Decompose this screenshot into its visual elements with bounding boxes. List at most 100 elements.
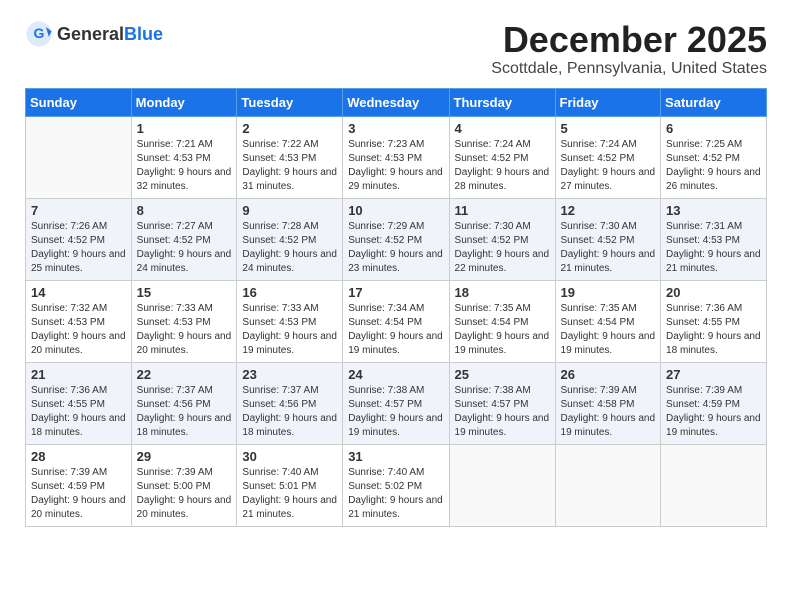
calendar-cell: 16 Sunrise: 7:33 AMSunset: 4:53 PMDayligh… — [237, 280, 343, 362]
calendar-cell: 20 Sunrise: 7:36 AMSunset: 4:55 PMDayligh… — [661, 280, 767, 362]
calendar-cell: 2 Sunrise: 7:22 AMSunset: 4:53 PMDaylight… — [237, 116, 343, 198]
calendar-cell: 3Sunrise: 7:23 AMSunset: 4:53 PMDaylight… — [343, 116, 449, 198]
day-info: Sunrise: 7:33 AMSunset: 4:53 PMDaylight:… — [242, 302, 337, 358]
calendar-cell: 29 Sunrise: 7:39 AMSunset: 5:00 PMDayligh… — [131, 444, 237, 526]
day-number: 29 — [137, 449, 232, 464]
calendar-cell: 12 Sunrise: 7:30 AMSunset: 4:52 PMDayligh… — [555, 198, 661, 280]
calendar-cell: 11Sunrise: 7:30 AMSunset: 4:52 PMDayligh… — [449, 198, 555, 280]
day-info: Sunrise: 7:35 AMSunset: 4:54 PMDaylight:… — [561, 302, 656, 358]
day-info: Sunrise: 7:25 AMSunset: 4:52 PMDaylight:… — [666, 138, 761, 194]
day-number: 4 — [455, 121, 550, 136]
calendar-cell — [449, 444, 555, 526]
day-info: Sunrise: 7:40 AMSunset: 5:02 PMDaylight:… — [348, 466, 443, 522]
day-number: 21 — [31, 367, 126, 382]
day-number: 12 — [561, 203, 656, 218]
weekday-header-saturday: Saturday — [661, 88, 767, 116]
calendar-cell: 18 Sunrise: 7:35 AMSunset: 4:54 PMDayligh… — [449, 280, 555, 362]
weekday-header-sunday: Sunday — [26, 88, 132, 116]
day-info: Sunrise: 7:35 AMSunset: 4:54 PMDaylight:… — [455, 302, 550, 358]
weekday-header-wednesday: Wednesday — [343, 88, 449, 116]
day-info: Sunrise: 7:26 AMSunset: 4:52 PMDaylight:… — [31, 220, 126, 276]
day-number: 16 — [242, 285, 337, 300]
calendar-cell: 10 Sunrise: 7:29 AMSunset: 4:52 PMDayligh… — [343, 198, 449, 280]
day-number: 7 — [31, 203, 126, 218]
calendar-cell: 9Sunrise: 7:28 AMSunset: 4:52 PMDaylight… — [237, 198, 343, 280]
calendar-cell: 17 Sunrise: 7:34 AMSunset: 4:54 PMDayligh… — [343, 280, 449, 362]
calendar-cell: 26 Sunrise: 7:39 AMSunset: 4:58 PMDayligh… — [555, 362, 661, 444]
day-number: 26 — [561, 367, 656, 382]
day-number: 23 — [242, 367, 337, 382]
day-info: Sunrise: 7:29 AMSunset: 4:52 PMDaylight:… — [348, 220, 443, 276]
logo: G GeneralBlue — [25, 20, 163, 48]
calendar-cell: 27 Sunrise: 7:39 AMSunset: 4:59 PMDayligh… — [661, 362, 767, 444]
day-number: 28 — [31, 449, 126, 464]
calendar-cell: 8Sunrise: 7:27 AMSunset: 4:52 PMDaylight… — [131, 198, 237, 280]
day-info: Sunrise: 7:40 AMSunset: 5:01 PMDaylight:… — [242, 466, 337, 522]
calendar-cell: 24 Sunrise: 7:38 AMSunset: 4:57 PMDayligh… — [343, 362, 449, 444]
day-info: Sunrise: 7:39 AMSunset: 4:59 PMDaylight:… — [666, 384, 761, 440]
week-row-3: 14 Sunrise: 7:32 AMSunset: 4:53 PMDayligh… — [26, 280, 767, 362]
location-title: Scottdale, Pennsylvania, United States — [491, 60, 767, 78]
day-info: Sunrise: 7:37 AMSunset: 4:56 PMDaylight:… — [137, 384, 232, 440]
week-row-4: 21Sunrise: 7:36 AMSunset: 4:55 PMDayligh… — [26, 362, 767, 444]
day-info: Sunrise: 7:32 AMSunset: 4:53 PMDaylight:… — [31, 302, 126, 358]
calendar-cell: 7 Sunrise: 7:26 AMSunset: 4:52 PMDaylight… — [26, 198, 132, 280]
logo-blue: Blue — [124, 24, 163, 45]
day-number: 19 — [561, 285, 656, 300]
day-info: Sunrise: 7:39 AMSunset: 5:00 PMDaylight:… — [137, 466, 232, 522]
calendar-cell: 30 Sunrise: 7:40 AMSunset: 5:01 PMDayligh… — [237, 444, 343, 526]
day-info: Sunrise: 7:22 AMSunset: 4:53 PMDaylight:… — [242, 138, 337, 194]
calendar-cell: 6 Sunrise: 7:25 AMSunset: 4:52 PMDaylight… — [661, 116, 767, 198]
week-row-5: 28 Sunrise: 7:39 AMSunset: 4:59 PMDayligh… — [26, 444, 767, 526]
day-number: 3 — [348, 121, 443, 136]
day-number: 14 — [31, 285, 126, 300]
day-info: Sunrise: 7:34 AMSunset: 4:54 PMDaylight:… — [348, 302, 443, 358]
day-info: Sunrise: 7:21 AMSunset: 4:53 PMDaylight:… — [137, 138, 232, 194]
calendar-cell: 19 Sunrise: 7:35 AMSunset: 4:54 PMDayligh… — [555, 280, 661, 362]
day-number: 30 — [242, 449, 337, 464]
day-number: 20 — [666, 285, 761, 300]
calendar-cell: 23 Sunrise: 7:37 AMSunset: 4:56 PMDayligh… — [237, 362, 343, 444]
weekday-header-monday: Monday — [131, 88, 237, 116]
day-info: Sunrise: 7:30 AMSunset: 4:52 PMDaylight:… — [455, 220, 550, 276]
logo-icon: G — [25, 20, 53, 48]
day-info: Sunrise: 7:33 AMSunset: 4:53 PMDaylight:… — [137, 302, 232, 358]
day-number: 6 — [666, 121, 761, 136]
calendar-cell: 22 Sunrise: 7:37 AMSunset: 4:56 PMDayligh… — [131, 362, 237, 444]
calendar-cell: 13Sunrise: 7:31 AMSunset: 4:53 PMDayligh… — [661, 198, 767, 280]
day-info: Sunrise: 7:39 AMSunset: 4:59 PMDaylight:… — [31, 466, 126, 522]
day-number: 10 — [348, 203, 443, 218]
day-number: 17 — [348, 285, 443, 300]
day-info: Sunrise: 7:28 AMSunset: 4:52 PMDaylight:… — [242, 220, 337, 276]
week-row-2: 7 Sunrise: 7:26 AMSunset: 4:52 PMDaylight… — [26, 198, 767, 280]
day-number: 2 — [242, 121, 337, 136]
day-number: 15 — [137, 285, 232, 300]
calendar-cell: 1 Sunrise: 7:21 AMSunset: 4:53 PMDaylight… — [131, 116, 237, 198]
weekday-header-row: SundayMondayTuesdayWednesdayThursdayFrid… — [26, 88, 767, 116]
logo-general: General — [57, 24, 124, 45]
day-info: Sunrise: 7:30 AMSunset: 4:52 PMDaylight:… — [561, 220, 656, 276]
calendar-cell: 15 Sunrise: 7:33 AMSunset: 4:53 PMDayligh… — [131, 280, 237, 362]
day-info: Sunrise: 7:36 AMSunset: 4:55 PMDaylight:… — [666, 302, 761, 358]
day-info: Sunrise: 7:27 AMSunset: 4:52 PMDaylight:… — [137, 220, 232, 276]
calendar-cell: 31 Sunrise: 7:40 AMSunset: 5:02 PMDayligh… — [343, 444, 449, 526]
day-number: 22 — [137, 367, 232, 382]
day-number: 13 — [666, 203, 761, 218]
day-info: Sunrise: 7:39 AMSunset: 4:58 PMDaylight:… — [561, 384, 656, 440]
day-info: Sunrise: 7:37 AMSunset: 4:56 PMDaylight:… — [242, 384, 337, 440]
day-number: 5 — [561, 121, 656, 136]
weekday-header-tuesday: Tuesday — [237, 88, 343, 116]
day-number: 18 — [455, 285, 550, 300]
calendar-cell — [26, 116, 132, 198]
calendar-cell: 14 Sunrise: 7:32 AMSunset: 4:53 PMDayligh… — [26, 280, 132, 362]
day-number: 27 — [666, 367, 761, 382]
calendar-cell: 4Sunrise: 7:24 AMSunset: 4:52 PMDaylight… — [449, 116, 555, 198]
logo-text: GeneralBlue — [57, 24, 163, 45]
week-row-1: 1 Sunrise: 7:21 AMSunset: 4:53 PMDaylight… — [26, 116, 767, 198]
day-number: 24 — [348, 367, 443, 382]
calendar-cell: 25Sunrise: 7:38 AMSunset: 4:57 PMDayligh… — [449, 362, 555, 444]
day-number: 31 — [348, 449, 443, 464]
day-info: Sunrise: 7:38 AMSunset: 4:57 PMDaylight:… — [348, 384, 443, 440]
calendar-cell: 5Sunrise: 7:24 AMSunset: 4:52 PMDaylight… — [555, 116, 661, 198]
day-number: 1 — [137, 121, 232, 136]
